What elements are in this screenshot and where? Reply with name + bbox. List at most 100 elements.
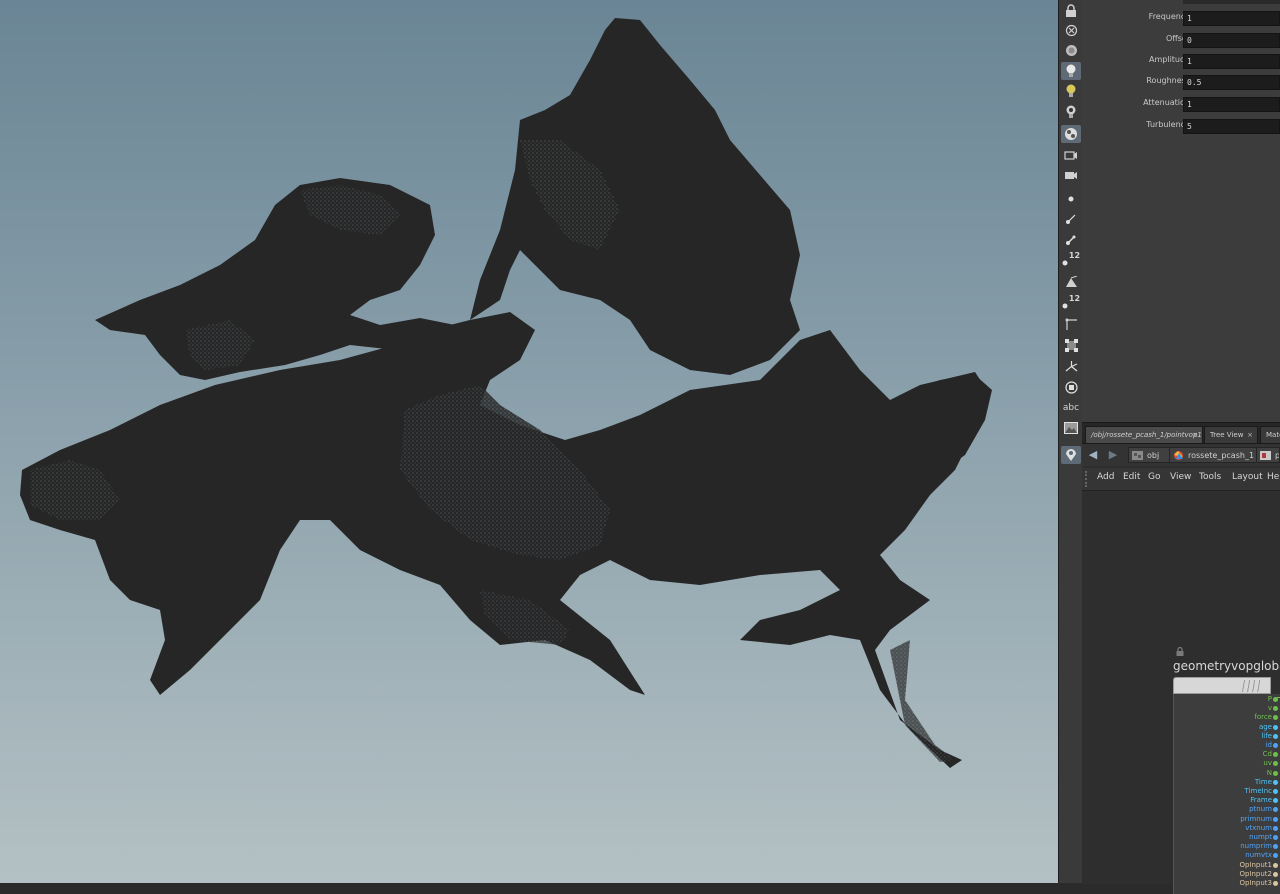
ghost-off-icon[interactable]: [1061, 21, 1081, 39]
path-crumb-vop[interactable]: p: [1256, 447, 1280, 463]
primitive-number-icon[interactable]: 12: [1061, 294, 1081, 312]
text-icon-label: abc: [1062, 403, 1080, 413]
path-crumb-label: p: [1275, 451, 1280, 460]
offset-field[interactable]: 0: [1183, 33, 1280, 48]
port-label: v: [1267, 704, 1272, 713]
back-arrow-icon[interactable]: ◀: [1086, 448, 1100, 462]
node-output-frame: Frame: [1250, 796, 1272, 805]
amplitude-field[interactable]: 1: [1183, 54, 1280, 69]
port-label: vtxnum: [1245, 823, 1272, 832]
lock-icon: [1176, 647, 1184, 656]
output-connector-icon[interactable]: [1273, 715, 1278, 721]
text-icon[interactable]: abc: [1061, 399, 1081, 417]
node-title: geometryvopgloba: [1173, 659, 1280, 673]
menu-edit[interactable]: Edit: [1123, 472, 1140, 482]
light-select-icon[interactable]: [1061, 103, 1081, 121]
vop-network-icon: [1260, 451, 1271, 460]
path-crumb-obj[interactable]: obj: [1128, 447, 1172, 463]
pane-tab[interactable]: Mate: [1260, 426, 1280, 443]
param-row-frequency: Frequency 1: [1082, 10, 1280, 28]
menu-layout[interactable]: Layout: [1232, 472, 1263, 482]
port-label: TimeInc: [1244, 787, 1272, 795]
output-connector-icon[interactable]: [1273, 706, 1278, 712]
point-icon[interactable]: [1061, 190, 1081, 208]
menu-view[interactable]: View: [1170, 472, 1191, 482]
path-crumb-geometry[interactable]: rossete_pcash_1: [1169, 447, 1259, 463]
render-icon[interactable]: [1061, 125, 1081, 143]
light-icon[interactable]: [1061, 62, 1081, 80]
output-connector-icon[interactable]: [1273, 871, 1278, 877]
path-crumb-label: obj: [1147, 451, 1160, 460]
attenuation-field[interactable]: 1: [1183, 97, 1280, 112]
close-tab-icon[interactable]: ×: [1247, 427, 1253, 443]
menu-go[interactable]: Go: [1148, 472, 1160, 482]
vop-node-body[interactable]: Pv force age life id Cd uv N Time TimeInc Frame ptn…: [1173, 694, 1280, 894]
turbulence-field[interactable]: 5: [1183, 119, 1280, 134]
output-connector-icon[interactable]: [1273, 770, 1278, 776]
output-connector-icon[interactable]: [1273, 807, 1278, 813]
output-connector-icon[interactable]: [1273, 752, 1278, 758]
output-connector-icon[interactable]: [1273, 862, 1278, 868]
port-label: id: [1265, 741, 1272, 749]
node-output-primnum: primnum: [1240, 815, 1272, 824]
port-label: numprim: [1240, 842, 1272, 851]
menu-he[interactable]: He: [1267, 472, 1279, 482]
port-label: Frame: [1250, 796, 1272, 805]
output-connector-icon[interactable]: [1273, 798, 1278, 804]
param-field-partial[interactable]: [1183, 0, 1280, 4]
output-connector-icon[interactable]: [1273, 816, 1278, 822]
output-connector-icon[interactable]: [1273, 789, 1278, 794]
vop-node-header[interactable]: [1173, 677, 1271, 694]
camera-view-icon[interactable]: [1061, 166, 1081, 184]
toolbar-grip-icon[interactable]: [1085, 471, 1091, 487]
lock-icon[interactable]: [1061, 1, 1081, 19]
parameter-pane: Frequency 1 Offset 0 Amplitude 1 Roughness 0.5 A…: [1082, 0, 1280, 422]
primitive-icon[interactable]: [1061, 273, 1081, 291]
bounding-box-icon[interactable]: [1061, 336, 1081, 354]
network-menu-bar: Add Edit Go View Tools Layout He: [1082, 468, 1280, 491]
output-connector-icon[interactable]: [1273, 835, 1278, 840]
node-output-age: age: [1259, 723, 1272, 732]
node-output-p: P: [1268, 695, 1272, 704]
param-row-attenuation: Attenuation 1: [1082, 96, 1280, 114]
attribute-icon[interactable]: [1061, 378, 1081, 396]
frequency-field[interactable]: 1: [1183, 11, 1280, 26]
output-connector-icon[interactable]: [1273, 733, 1278, 739]
output-connector-icon[interactable]: [1273, 761, 1278, 767]
camera-icon[interactable]: [1061, 146, 1081, 164]
forward-arrow-icon[interactable]: ▶: [1106, 448, 1120, 462]
handle-icon[interactable]: [1061, 446, 1081, 464]
param-row-turbulence: Turbulence 5: [1082, 118, 1280, 136]
close-tab-icon[interactable]: ×: [1192, 427, 1198, 443]
pane-tab-bar: /obj/rossete_pcash_1/pointvop1 × Tree View…: [1082, 423, 1280, 444]
pane-tab[interactable]: Tree View ×: [1204, 426, 1258, 443]
output-connector-icon[interactable]: [1273, 881, 1278, 886]
light-add-icon[interactable]: [1061, 82, 1081, 100]
port-label: force: [1254, 713, 1272, 722]
port-label: OpInput2: [1239, 869, 1272, 878]
menu-add[interactable]: Add: [1097, 472, 1114, 482]
viewport-display-toolbar: 12 12 abc: [1058, 0, 1084, 883]
node-output-force: force: [1254, 713, 1272, 722]
output-connector-icon[interactable]: [1273, 779, 1278, 785]
output-connector-icon[interactable]: [1273, 724, 1278, 730]
port-label: primnum: [1240, 814, 1272, 823]
background-image-icon[interactable]: [1061, 419, 1081, 437]
output-connector-icon[interactable]: [1273, 743, 1278, 748]
output-connector-icon[interactable]: [1273, 853, 1278, 859]
output-connector-icon[interactable]: [1273, 825, 1278, 831]
port-label: ptnum: [1249, 805, 1272, 814]
network-editor-pane[interactable]: /obj/rossete_pcash_1/pointvop1 × Tree View…: [1082, 422, 1280, 894]
node-output-uv: uv: [1263, 759, 1272, 768]
point-number-icon[interactable]: 12: [1061, 251, 1081, 269]
snap-icon[interactable]: [1061, 357, 1081, 375]
path-crumb-label: rossete_pcash_1: [1188, 451, 1255, 460]
roughness-field[interactable]: 0.5: [1183, 75, 1280, 90]
output-connector-icon[interactable]: [1273, 844, 1278, 850]
pane-tab[interactable]: /obj/rossete_pcash_1/pointvop1 ×: [1085, 426, 1203, 443]
menu-tools[interactable]: Tools: [1199, 472, 1221, 482]
scene-viewport[interactable]: [0, 0, 1058, 883]
vector-icon[interactable]: [1061, 210, 1081, 228]
hull-icon[interactable]: [1061, 315, 1081, 333]
display-icon[interactable]: [1061, 41, 1081, 59]
